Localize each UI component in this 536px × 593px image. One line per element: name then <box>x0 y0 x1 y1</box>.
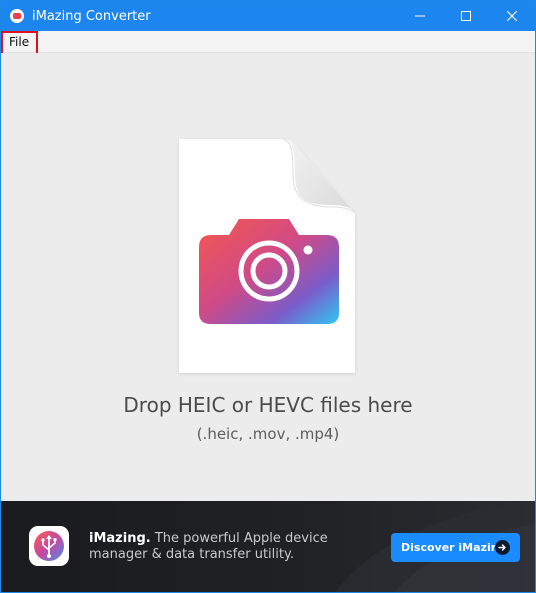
menu-bar: File <box>1 31 535 55</box>
drop-zone-subtitle: (.heic, .mov, .mp4) <box>196 425 340 443</box>
promo-footer: iMazing. The powerful Apple device manag… <box>1 501 535 592</box>
drop-zone-title: Drop HEIC or HEVC files here <box>123 393 413 417</box>
app-logo-icon <box>10 9 24 23</box>
menu-item-file[interactable]: File <box>1 31 38 55</box>
promo-text: iMazing. The powerful Apple device manag… <box>89 531 349 563</box>
discover-button-label: Discover iMazing <box>401 541 507 554</box>
camera-document-icon <box>179 138 356 373</box>
promo-brand: iMazing. <box>89 531 151 546</box>
imazing-usb-icon <box>29 526 69 566</box>
window-title: iMazing Converter <box>32 8 151 24</box>
title-bar[interactable]: iMazing Converter <box>1 1 535 31</box>
app-window: iMazing Converter File Drop HEIC or HEVC… <box>0 0 536 593</box>
drop-zone[interactable]: Drop HEIC or HEVC files here (.heic, .mo… <box>1 53 535 501</box>
close-button[interactable] <box>489 1 535 31</box>
minimize-button[interactable] <box>397 1 443 31</box>
minimize-icon <box>415 15 425 17</box>
close-icon <box>507 11 517 21</box>
maximize-button[interactable] <box>443 1 489 31</box>
window-controls <box>397 1 535 31</box>
maximize-icon <box>461 11 471 21</box>
arrow-right-icon <box>495 540 510 555</box>
discover-imazing-button[interactable]: Discover iMazing <box>391 533 520 562</box>
